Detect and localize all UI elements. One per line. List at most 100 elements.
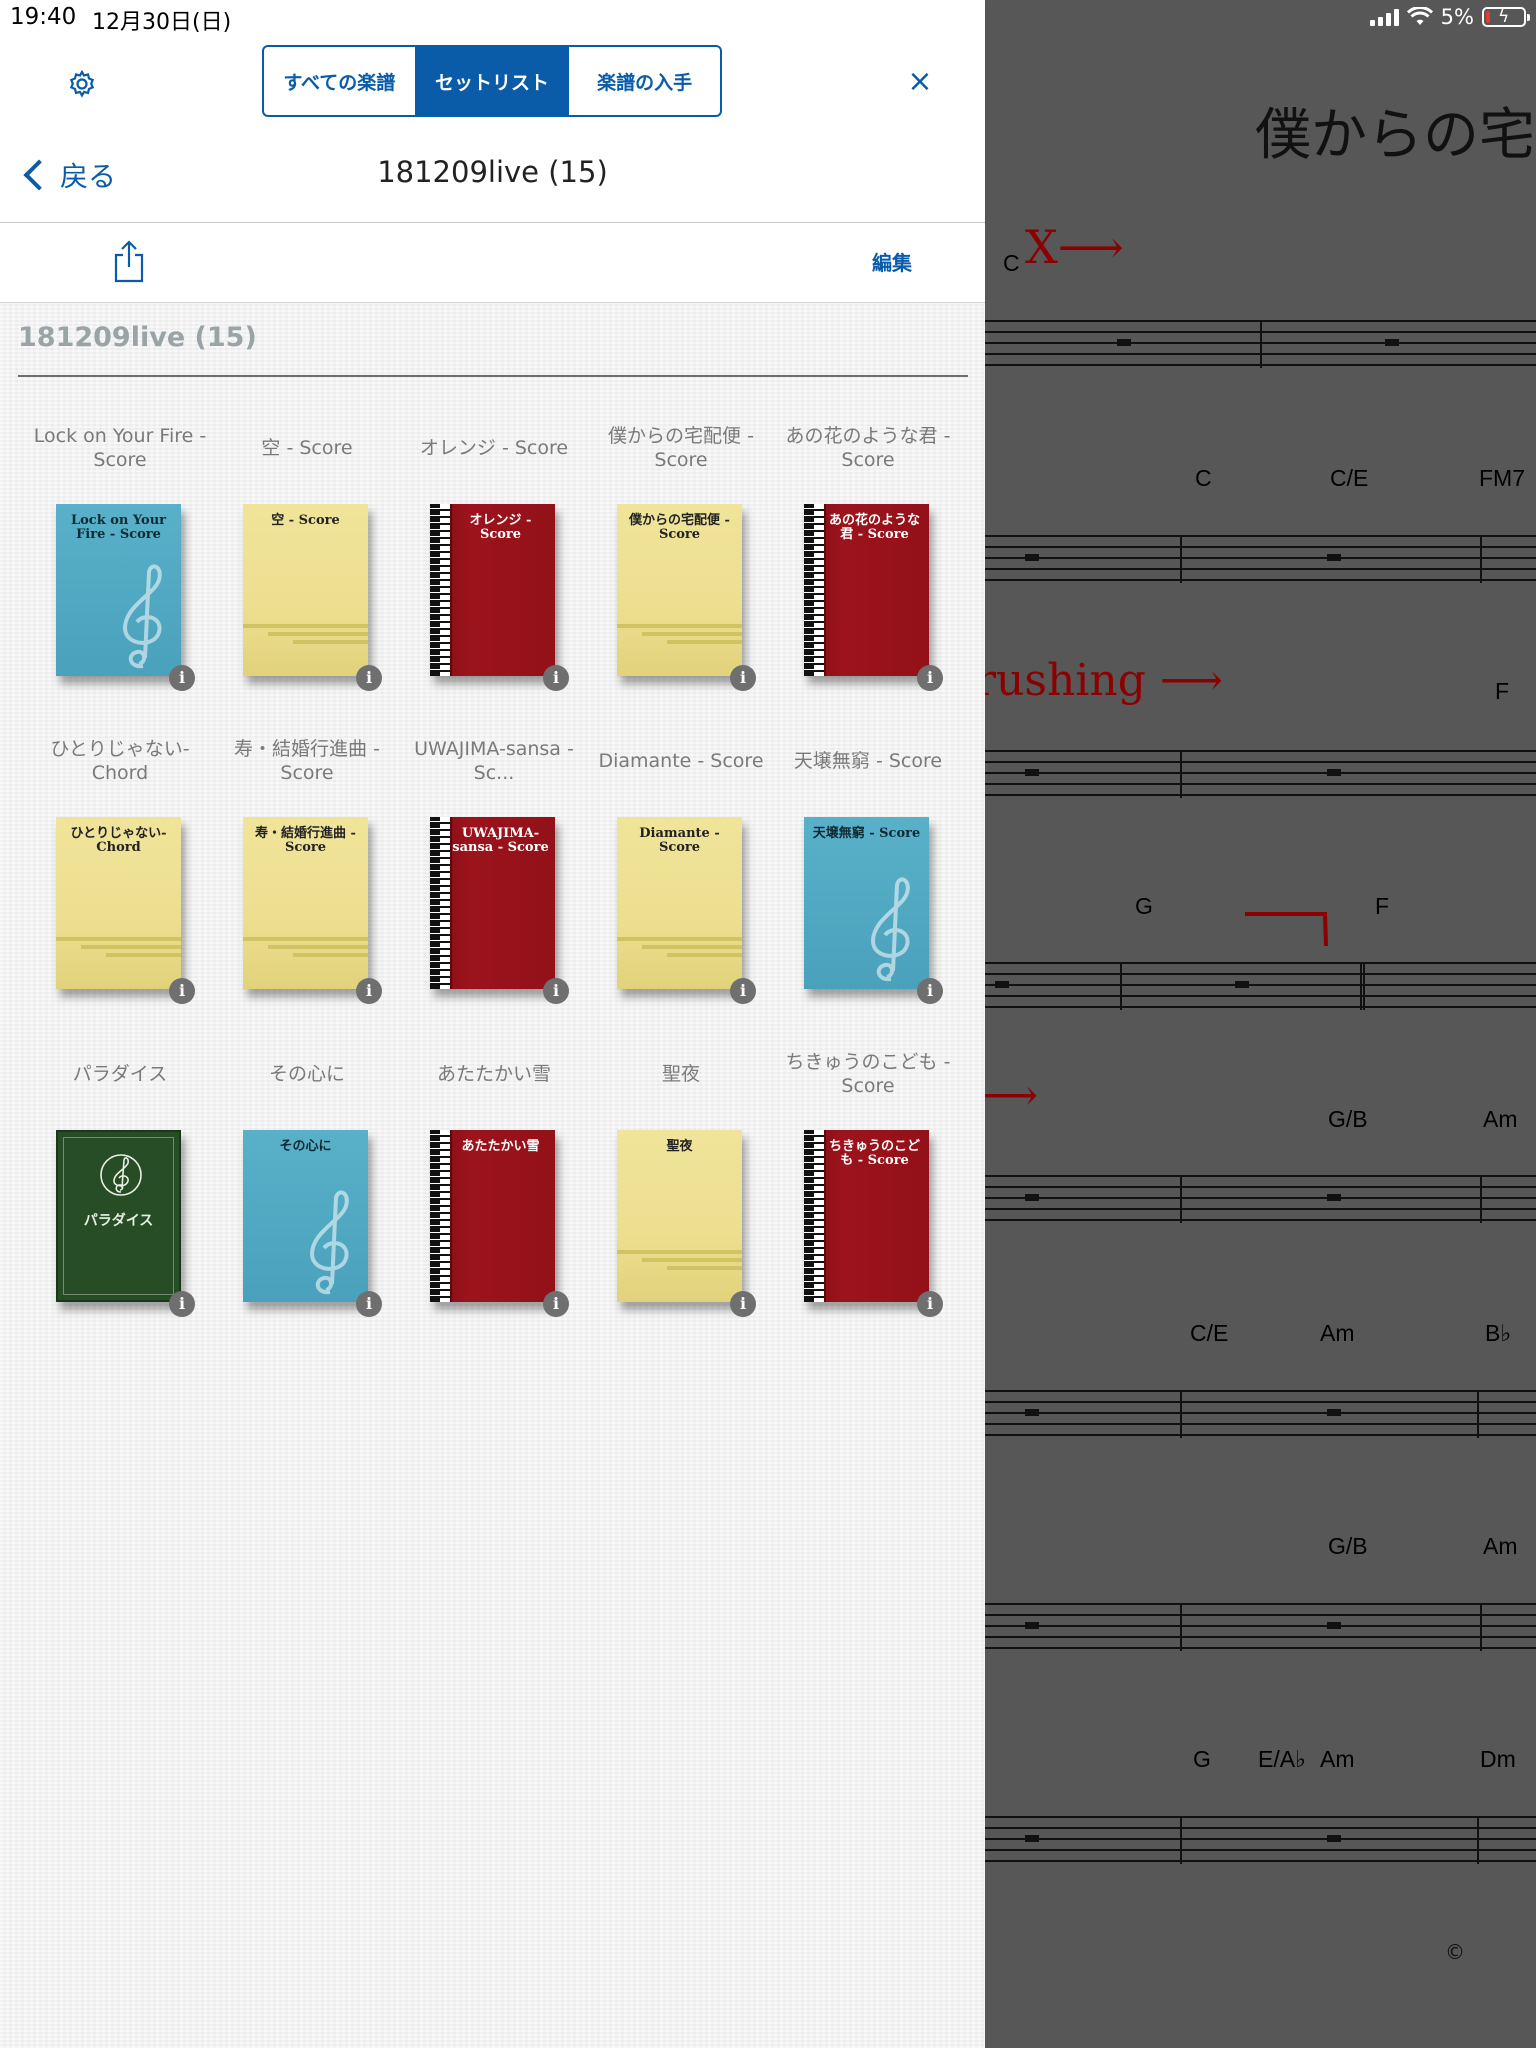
status-date: 12月30日(日) <box>92 10 232 35</box>
book-item[interactable]: 聖夜 聖夜 i <box>601 1046 761 1336</box>
book-cover[interactable]: 天壌無窮 - Score <box>804 817 929 989</box>
staff-line <box>985 535 1536 583</box>
settings-button[interactable] <box>62 64 102 104</box>
info-button[interactable]: i <box>543 978 569 1004</box>
segment-setlist[interactable]: セットリスト <box>416 47 570 115</box>
chord-label: Dm <box>1480 1746 1516 1772</box>
book-cover[interactable]: Lock on Your Fire - Score <box>56 504 181 676</box>
book-item[interactable]: パラダイス パラダイス i <box>40 1046 200 1336</box>
score-copyright: © <box>1445 1940 1465 1964</box>
info-button[interactable]: i <box>169 665 195 691</box>
book-cover[interactable]: その心に <box>243 1130 368 1302</box>
info-button[interactable]: i <box>169 1291 195 1317</box>
book-cover[interactable]: あたたかい雪 <box>430 1130 555 1302</box>
book-item[interactable]: Diamante - Score Diamante - Score i <box>598 733 764 1023</box>
staff-line <box>985 1175 1536 1223</box>
info-button[interactable]: i <box>917 1291 943 1317</box>
handwritten-annotation: X⟶ <box>1025 220 1124 274</box>
chord-label: C <box>1195 465 1212 491</box>
cellular-signal-icon <box>1369 8 1399 26</box>
book-cover[interactable]: あの花のような君 - Score <box>804 504 929 676</box>
book-item[interactable]: オレンジ - Score オレンジ - Score i <box>414 420 574 710</box>
book-label: 天壌無窮 - Score <box>793 750 943 772</box>
chord-label: F <box>1495 678 1510 704</box>
book-label: 聖夜 <box>661 1063 700 1085</box>
book-item[interactable]: ちきゅうのこども - Score ちきゅうのこども - Score i <box>786 1046 950 1336</box>
book-cover-title: 空 - Score <box>271 513 340 528</box>
book-cover[interactable]: 寿・結婚行進曲 - Score <box>243 817 368 989</box>
edit-button[interactable]: 編集 <box>872 247 912 276</box>
book-cover[interactable]: 聖夜 <box>617 1130 742 1302</box>
cover-stripes-decoration <box>617 624 742 654</box>
info-button[interactable]: i <box>543 1291 569 1317</box>
gear-icon <box>69 69 95 98</box>
book-label: ちきゅうのこども - Score <box>785 1051 951 1097</box>
staff-line <box>985 1390 1536 1438</box>
book-label: パラダイス <box>72 1063 168 1085</box>
book-cover[interactable]: Diamante - Score <box>617 817 742 989</box>
book-cover-title: ちきゅうのこども - Score <box>828 1139 920 1168</box>
book-cover[interactable]: オレンジ - Score <box>430 504 555 676</box>
book-item[interactable]: Lock on Your Fire - Score Lock on Your Fi… <box>34 420 206 710</box>
cover-stripes-decoration <box>56 937 181 967</box>
info-button[interactable]: i <box>356 978 382 1004</box>
treble-clef-icon <box>870 877 910 982</box>
score-viewer[interactable]: 僕からの宅 C X⟶ C C/E FM7 rushing ⟶ F G F ⟶ G… <box>985 0 1536 2048</box>
wifi-icon <box>1406 7 1433 25</box>
cover-stripes-decoration <box>243 937 368 967</box>
info-button[interactable]: i <box>356 1291 382 1317</box>
book-item[interactable]: 寿・結婚行進曲 - Score 寿・結婚行進曲 - Score i <box>227 733 387 1023</box>
book-item[interactable]: あたたかい雪 あたたかい雪 i <box>414 1046 574 1336</box>
book-cover[interactable]: UWAJIMA-sansa - Score <box>430 817 555 989</box>
battery-icon: ϟ <box>1482 7 1530 27</box>
info-button[interactable]: i <box>730 978 756 1004</box>
treble-clef-icon <box>122 564 162 669</box>
info-button[interactable]: i <box>917 978 943 1004</box>
library-segmented-control[interactable]: すべての楽譜 セットリスト 楽譜の入手 <box>262 45 722 117</box>
chord-label: Am <box>1483 1106 1518 1132</box>
book-item[interactable]: UWAJIMA-sansa - Sc... UWAJIMA-sansa - Sco… <box>414 733 574 1023</box>
handwritten-annotation-bracket <box>1245 912 1328 947</box>
chord-label: Am <box>1320 1746 1355 1772</box>
charging-bolt-icon: ϟ <box>1498 7 1510 27</box>
panel-toolbar: 編集 <box>0 223 985 303</box>
book-cover-title: ひとりじゃない-Chord <box>70 826 167 855</box>
chord-label: C/E <box>1190 1320 1229 1346</box>
treble-clef-icon <box>100 1154 142 1196</box>
book-cover[interactable]: 僕からの宅配便 - Score <box>617 504 742 676</box>
book-item[interactable]: 僕からの宅配便 - Score 僕からの宅配便 - Score i <box>601 420 761 710</box>
staff-line <box>985 750 1536 798</box>
book-item[interactable]: その心に その心に i <box>227 1046 387 1336</box>
segment-all-scores[interactable]: すべての楽譜 <box>264 47 417 115</box>
cover-stripes-decoration <box>617 937 742 967</box>
book-label: Lock on Your Fire - Score <box>33 425 207 471</box>
info-button[interactable]: i <box>917 665 943 691</box>
close-icon: × <box>907 64 933 99</box>
segment-get-scores[interactable]: 楽譜の入手 <box>569 47 720 115</box>
piano-keys-decoration <box>430 1130 452 1302</box>
info-button[interactable]: i <box>730 665 756 691</box>
chord-label: G/B <box>1328 1106 1368 1132</box>
book-item[interactable]: あの花のような君 - Score あの花のような君 - Score i <box>786 420 950 710</box>
close-button[interactable]: × <box>904 62 936 102</box>
book-cover[interactable]: 空 - Score <box>243 504 368 676</box>
book-cover[interactable]: ちきゅうのこども - Score <box>804 1130 929 1302</box>
book-cover[interactable]: パラダイス <box>56 1130 181 1302</box>
info-button[interactable]: i <box>730 1291 756 1317</box>
info-button[interactable]: i <box>356 665 382 691</box>
book-cover-title: UWAJIMA-sansa - Score <box>452 826 549 855</box>
setlist-section-title: 181209live (15) <box>18 322 257 353</box>
book-label: その心に <box>268 1063 345 1085</box>
book-item[interactable]: ひとりじゃない-Chord ひとりじゃない-Chord i <box>40 733 200 1023</box>
book-cover[interactable]: ひとりじゃない-Chord <box>56 817 181 989</box>
page-title: 181209live (15) <box>377 155 608 189</box>
share-button[interactable] <box>112 239 146 283</box>
chord-label: C <box>1003 250 1020 276</box>
book-item[interactable]: 空 - Score 空 - Score i <box>227 420 387 710</box>
book-cover-title: 聖夜 <box>666 1139 693 1154</box>
library-panel: すべての楽譜 セットリスト 楽譜の入手 × 戻る 181209live (15)… <box>0 0 985 2048</box>
info-button[interactable]: i <box>543 665 569 691</box>
treble-clef-icon <box>309 1190 349 1295</box>
book-item[interactable]: 天壌無窮 - Score 天壌無窮 - Score i <box>788 733 948 1023</box>
info-button[interactable]: i <box>169 978 195 1004</box>
